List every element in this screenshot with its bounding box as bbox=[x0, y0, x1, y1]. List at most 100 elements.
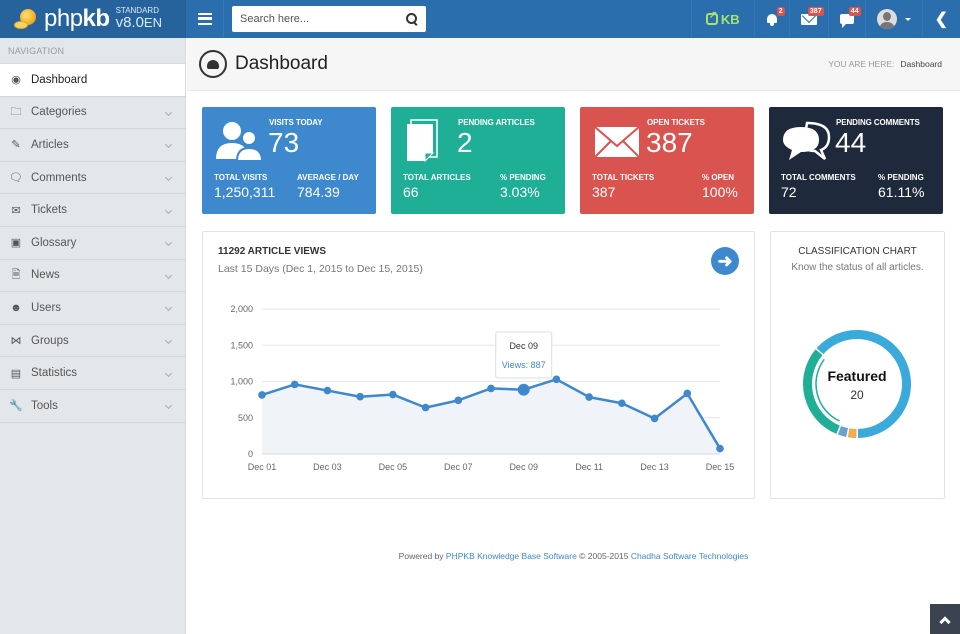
sidebar-item-label: Dashboard bbox=[31, 73, 88, 86]
stat-tiles: VISITS TODAY 73 TOTAL VISITS 1,250,311 AV… bbox=[202, 107, 943, 214]
classification-donut-chart: Featured 20 bbox=[803, 330, 911, 438]
collapse-panel-button[interactable]: ❮ bbox=[921, 0, 960, 38]
menu-toggle-button[interactable] bbox=[186, 0, 224, 38]
chevron-down-icon bbox=[164, 174, 173, 182]
main-content: Dashboard YOU ARE HERE: Dashboard VISITS … bbox=[187, 38, 960, 634]
sidebar-item-label: Statistics bbox=[31, 367, 78, 380]
data-point bbox=[716, 444, 724, 453]
bar-chart-icon: ▤ bbox=[10, 367, 22, 380]
sub-label: AVERAGE / DAY bbox=[297, 173, 359, 182]
sidebar-item-news[interactable]: 🗎 News bbox=[0, 260, 185, 293]
chevron-down-icon bbox=[164, 369, 173, 377]
sidebar-item-dashboard[interactable]: ◉ Dashboard bbox=[0, 64, 185, 97]
search-box bbox=[232, 6, 426, 32]
article-views-chart: 0 500 1,000 1,500 2,000 Dec 01 Dec 03 Dec 05 Dec… bbox=[230, 304, 734, 472]
chevron-down-icon bbox=[164, 271, 173, 279]
caret-down-icon bbox=[904, 17, 911, 21]
tickets-badge: 387 bbox=[807, 7, 824, 16]
x-tick-label: Dec 01 bbox=[248, 462, 277, 472]
pending-articles-tile[interactable]: PENDING ARTICLES 2 TOTAL ARTICLES 66 % PE… bbox=[391, 107, 565, 214]
version-label: v8.0 bbox=[115, 14, 144, 31]
tile-value: 387 bbox=[646, 127, 693, 158]
data-point bbox=[618, 399, 626, 408]
envelope-icon: ✉ bbox=[11, 204, 21, 217]
user-menu-button[interactable] bbox=[864, 0, 922, 38]
users-icon: ☻ bbox=[10, 301, 22, 314]
chevron-down-icon bbox=[164, 402, 173, 410]
notifications-badge: 2 bbox=[776, 7, 785, 16]
sidebar: NAVIGATION ◉ Dashboard 🗀 Categories ✎ Ar… bbox=[0, 38, 186, 634]
data-point bbox=[290, 380, 299, 389]
external-link-icon bbox=[705, 10, 718, 25]
scroll-to-top-button[interactable] bbox=[930, 604, 960, 634]
data-point bbox=[258, 391, 266, 399]
tickets-button[interactable]: 387 bbox=[788, 0, 828, 38]
sub-label: % PENDING bbox=[878, 173, 924, 182]
data-point bbox=[356, 392, 364, 401]
users-icon bbox=[216, 122, 264, 162]
folder-icon: 🗀 bbox=[10, 105, 22, 118]
search-icon[interactable] bbox=[406, 13, 418, 25]
donut-slice bbox=[803, 349, 840, 434]
sidebar-item-comments[interactable]: 🗨 Comments bbox=[0, 162, 185, 195]
sidebar-item-users[interactable]: ☻ Users bbox=[0, 292, 185, 325]
page-header: Dashboard YOU ARE HERE: Dashboard bbox=[187, 38, 960, 91]
y-tick-label: 0 bbox=[248, 449, 253, 459]
open-tickets-tile[interactable]: OPEN TICKETS 387 TOTAL TICKETS 387 % OPEN… bbox=[580, 107, 754, 214]
footer-copyright: © 2005-2015 bbox=[576, 551, 631, 561]
sub-label: TOTAL ARTICLES bbox=[403, 173, 471, 182]
sidebar-item-groups[interactable]: ⋈ Groups bbox=[0, 325, 185, 358]
search-input[interactable] bbox=[240, 13, 406, 25]
sub-value: 61.11% bbox=[878, 184, 925, 200]
chevron-down-icon bbox=[164, 141, 173, 149]
view-kb-link[interactable]: KB bbox=[690, 0, 754, 38]
donut-slice bbox=[847, 428, 857, 438]
sidebar-item-tools[interactable]: 🔧 Tools bbox=[0, 390, 185, 423]
book-icon: ▣ bbox=[10, 237, 22, 250]
donut-center-label: Featured bbox=[827, 368, 886, 384]
sidebar-item-categories[interactable]: 🗀 Categories bbox=[0, 97, 185, 130]
footer: Powered by PHPKB Knowledge Base Software… bbox=[187, 551, 960, 561]
sidebar-item-statistics[interactable]: ▤ Statistics bbox=[0, 357, 185, 390]
article-views-panel: 11292 ARTICLE VIEWS Last 15 Days (Dec 1,… bbox=[202, 231, 755, 499]
tile-label: OPEN TICKETS bbox=[647, 118, 705, 127]
chevron-down-icon bbox=[164, 206, 173, 214]
sidebar-item-glossary[interactable]: ▣ Glossary bbox=[0, 227, 185, 260]
data-point bbox=[454, 396, 463, 405]
panel-subtitle: Know the status of all articles. bbox=[791, 262, 924, 273]
coin-logo-icon bbox=[14, 7, 38, 31]
tile-value: 2 bbox=[457, 127, 473, 158]
sidebar-item-articles[interactable]: ✎ Articles bbox=[0, 129, 185, 162]
groups-icon: ⋈ bbox=[10, 335, 22, 348]
phpkb-link[interactable]: PHPKB Knowledge Base Software bbox=[446, 551, 577, 561]
y-tick-label: 1,000 bbox=[230, 377, 253, 387]
visits-tile[interactable]: VISITS TODAY 73 TOTAL VISITS 1,250,311 AV… bbox=[202, 107, 376, 214]
sub-value: 100% bbox=[702, 184, 738, 200]
top-navbar: phpkb STANDARD v8.0EN KB 2 387 44 bbox=[0, 0, 960, 38]
tile-label: PENDING COMMENTS bbox=[836, 118, 920, 127]
brand-logo[interactable]: phpkb STANDARD v8.0EN bbox=[0, 0, 186, 38]
page-title: Dashboard bbox=[235, 53, 328, 74]
comments-icon: 🗨 bbox=[9, 172, 23, 185]
sub-value: 3.03% bbox=[500, 184, 540, 200]
comments-button[interactable]: 44 bbox=[827, 0, 865, 38]
sub-label: % PENDING bbox=[500, 173, 546, 182]
sub-label: % OPEN bbox=[702, 173, 735, 182]
sidebar-item-label: Categories bbox=[31, 106, 87, 119]
dashboard-icon bbox=[199, 50, 227, 78]
chevron-down-icon bbox=[164, 108, 173, 116]
pending-comments-tile[interactable]: PENDING COMMENTS 44 TOTAL COMMENTS 72 % P… bbox=[769, 107, 943, 214]
notifications-button[interactable]: 2 bbox=[753, 0, 789, 38]
breadcrumb-current[interactable]: Dashboard bbox=[900, 59, 942, 69]
panel-title: CLASSIFICATION CHART bbox=[798, 246, 917, 257]
y-tick-label: 1,500 bbox=[230, 340, 253, 350]
y-tick-label: 2,000 bbox=[230, 304, 253, 314]
tile-label: PENDING ARTICLES bbox=[458, 118, 535, 127]
data-point bbox=[517, 383, 530, 396]
chadha-link[interactable]: Chadha Software Technologies bbox=[631, 551, 749, 561]
comments-icon bbox=[783, 121, 831, 160]
bell-icon bbox=[766, 13, 778, 26]
tile-sub-1: TOTAL COMMENTS 72 bbox=[781, 173, 856, 200]
sidebar-item-tickets[interactable]: ✉ Tickets bbox=[0, 194, 185, 227]
sidebar-item-label: Tools bbox=[31, 399, 58, 412]
